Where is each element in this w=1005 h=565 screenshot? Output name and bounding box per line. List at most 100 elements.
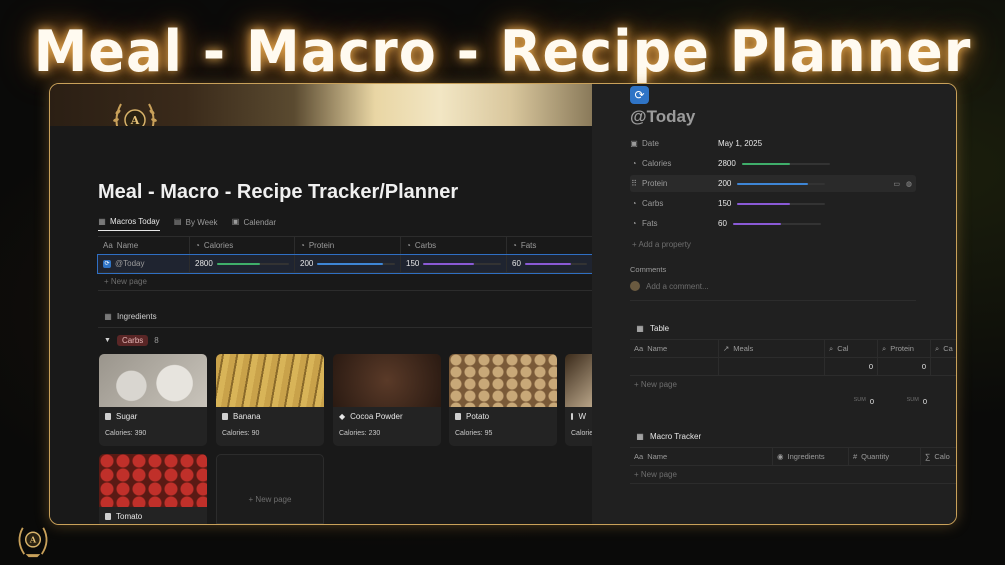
new-page-row[interactable]: + New page [98,273,592,291]
column-header-protein[interactable]: ⌕ Protein [878,340,931,357]
card-calories: Calorie [571,430,592,437]
protein-sum[interactable]: SUM 0 [878,397,931,406]
property-protein[interactable]: ⠿ Protein 200 ▭ ◍ [630,175,916,192]
fats-cell[interactable]: 60 [507,255,592,272]
ingredient-card-potato[interactable]: Potato Calories: 95 [449,354,557,446]
property-value: 150 [718,199,826,208]
property-carbs[interactable]: ◔ Carbs 150 [630,195,916,212]
property-fats[interactable]: ◔ Fats 60 [630,215,916,232]
formula-icon: ◔ [406,241,411,250]
card-calories: Calories: 95 [455,430,493,437]
divider [630,300,916,301]
page-icon [222,413,228,420]
property-calories[interactable]: ◔ Calories 2800 [630,155,916,172]
column-header-protein[interactable]: ◔ Protein [295,237,401,254]
column-label: Protein [890,344,914,353]
column-header-ingredients[interactable]: ◉ Ingredients [773,448,849,465]
app-window: A Meal - Macro - Recipe Tracker/Planner … [49,83,957,525]
column-header-cal[interactable]: ⌕ Cal [825,340,878,357]
card-title: Tomato [99,507,207,521]
column-header-fats[interactable]: ◔ Fats [507,237,592,254]
tab-macros-today[interactable]: ▦ Macros Today [98,217,160,231]
cal-cell[interactable]: 0 [825,358,878,375]
calories-progress [741,162,830,165]
carbs-progress [737,202,826,205]
meals-cell[interactable] [719,358,825,375]
column-header-meals[interactable]: ↗ Meals [719,340,825,357]
new-page-button[interactable]: + New page [98,277,147,286]
cocoa-icon: ◆ [339,412,346,421]
column-label: Name [647,452,668,461]
new-page-row[interactable]: + New page [630,466,956,484]
column-header-name[interactable]: Aa Name [630,448,773,465]
sync-icon: ⟳ [103,259,111,268]
ingredient-image [99,454,207,507]
carbs-value: 150 [406,259,420,268]
column-header-name[interactable]: Aa Name [630,340,719,357]
ingredient-card-banana[interactable]: Banana Calories: 90 [216,354,324,446]
settings-icon[interactable]: ◍ [906,180,912,188]
column-header-calories[interactable]: ∑ Calo [921,448,956,465]
property-key: ◔ Carbs [630,199,718,208]
column-header-carbs[interactable]: ⌕ Ca [931,340,956,357]
column-header-name[interactable]: Aa Name [98,237,190,254]
row-name-cell[interactable]: ⟳ @Today [98,255,190,272]
card-name: Sugar [116,412,138,421]
date-value: May 1, 2025 [718,139,763,148]
column-label: Meals [733,344,754,353]
page-icon [455,413,461,420]
property-value: 2800 [718,159,830,168]
calories-progress [216,262,289,265]
tab-calendar[interactable]: ▣ Calendar [232,217,276,231]
column-header-carbs[interactable]: ◔ Carbs [401,237,507,254]
page-icon [571,413,574,420]
card-name: Cocoa Powder [350,412,403,421]
protein-cell[interactable]: 0 [878,358,931,375]
new-card-button[interactable]: + New page [216,454,324,524]
page-title: Meal - Macro - Recipe Tracker/Planner [98,181,459,203]
new-page-label: + New page [248,495,292,504]
sync-icon: ⟳ [630,86,649,104]
comment-input[interactable]: Add a comment... [646,282,709,291]
ingredient-card-sugar[interactable]: Sugar Calories: 390 [99,354,207,446]
sum-value: 0 [922,397,927,406]
column-header-quantity[interactable]: # Quantity [849,448,921,465]
carbs-progress-fill [423,262,474,265]
ingredient-card-partial[interactable]: W Calorie [565,354,592,446]
new-page-button[interactable]: + New page [630,380,677,389]
drag-handle-icon[interactable]: ⠿ [630,179,638,188]
ingredient-card-tomato[interactable]: Tomato [99,454,207,524]
cal-sum[interactable]: SUM 0 [825,397,878,406]
protein-value: 200 [718,179,732,188]
table-header-row: Aa Name ↗ Meals ⌕ Cal ⌕ Protein ⌕ Ca [630,339,956,358]
add-property-button[interactable]: + Add a property [632,240,691,249]
carbs-value: 150 [718,199,732,208]
carbs-cell[interactable]: 150 [401,255,507,272]
table-row[interactable]: ⟳ @Today 2800 200 150 60 [97,254,593,274]
sum-row: SUM 0 SUM 0 [630,393,956,410]
group-header[interactable]: ▼ Carbs 8 [104,335,159,346]
property-date[interactable]: ▣ Date May 1, 2025 [630,135,916,152]
column-header-calories[interactable]: ◔ Calories [190,237,295,254]
text-type-icon: Aa [103,241,113,250]
protein-cell[interactable]: 200 [295,255,401,272]
carbs-cell[interactable] [931,358,956,375]
new-page-row[interactable]: + New page [630,376,956,393]
column-label: Ingredients [787,452,825,461]
calories-value: 2800 [718,159,736,168]
table-row[interactable]: 0 0 [630,358,956,376]
sum-label: SUM [906,397,919,403]
calories-cell[interactable]: 2800 [190,255,295,272]
comment-icon[interactable]: ▭ [893,180,900,188]
comment-box[interactable]: Add a comment... [630,281,709,291]
tab-by-week[interactable]: ▤ By Week [174,217,218,231]
linked-table: Aa Name ↗ Meals ⌕ Cal ⌕ Protein ⌕ Ca 0 0 + Ne… [630,339,956,410]
formula-icon: ◔ [512,241,517,250]
ingredient-card-cocoa-powder[interactable]: ◆ Cocoa Powder Calories: 230 [333,354,441,446]
formula-icon: ◔ [631,198,637,208]
property-key: ⠿ Protein [630,179,718,188]
new-page-button[interactable]: + New page [630,470,677,479]
ingredients-title: Ingredients [117,312,157,321]
group-pill: Carbs [116,335,149,346]
name-cell[interactable] [630,358,719,375]
